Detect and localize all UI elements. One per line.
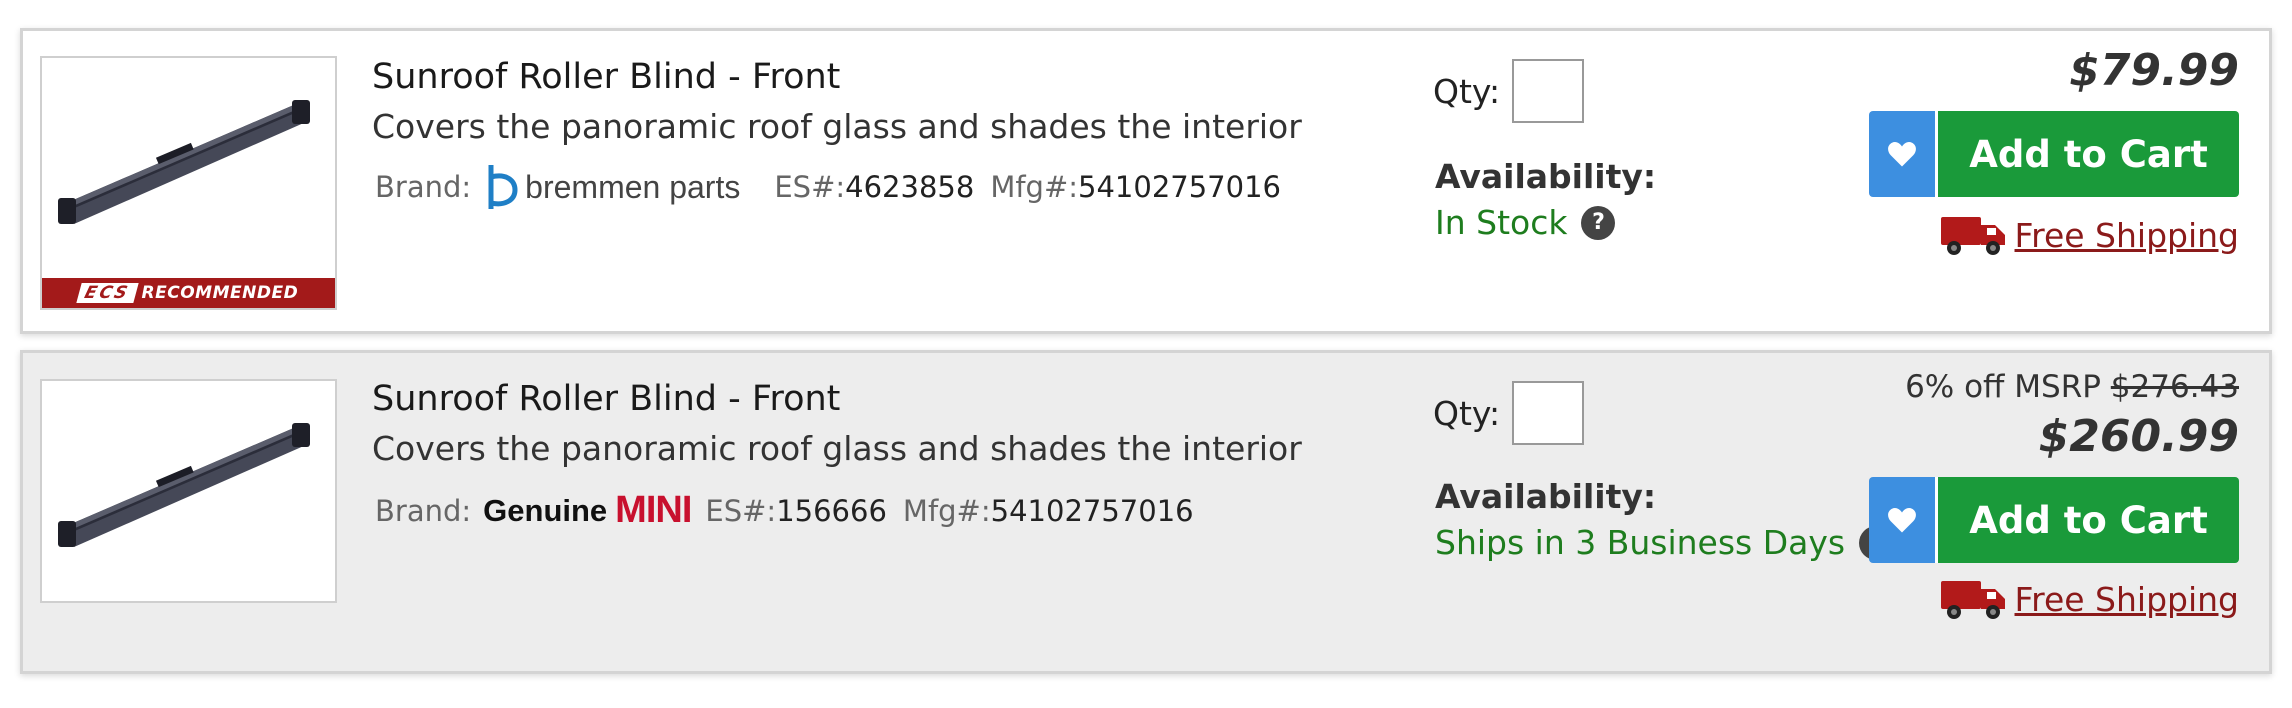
ecs-recommended-badge: ECS RECOMMENDED [42,278,335,308]
stock-status: Ships in 3 Business Days [1435,523,1846,562]
add-to-cart-group: Add to Cart [1869,111,2239,197]
mfg-label: Mfg#: [990,170,1079,204]
truck-icon [1940,217,2005,255]
qty-group: Qty: [1433,381,1585,445]
truck-icon [1940,581,2005,619]
es-label: ES#: [774,170,846,204]
free-shipping-text[interactable]: Free Shipping [2015,580,2239,619]
price: $260.99 [2038,411,2239,462]
brand-label: Brand: [375,493,472,528]
heart-icon [1888,508,1916,533]
bremmen-logo-icon [488,165,518,209]
wishlist-button[interactable] [1869,111,1935,197]
availability-status: In Stock ? [1435,203,1616,242]
es-number: 4623858 [845,170,975,204]
qty-input[interactable] [1512,59,1585,123]
product-meta: Brand: bremmen parts ES#: 4623858 Mfg#: … [375,163,1281,211]
es-number: 156666 [776,493,887,528]
availability-label: Availability: [1435,157,1657,196]
product-title[interactable]: Sunroof Roller Blind - Front [372,379,840,419]
roller-blind-image [58,423,310,547]
product-image[interactable] [40,379,337,603]
product-meta: Brand: Genuine MINI ES#: 156666 Mfg#: 54… [375,489,1194,532]
add-to-cart-button[interactable]: Add to Cart [1935,111,2239,197]
qty-label: Qty: [1433,71,1501,111]
msrp-text: 6% off MSRP [1905,369,2101,405]
product-card: ECS RECOMMENDED Sunroof Roller Blind - F… [20,28,2272,334]
product-image[interactable]: ECS RECOMMENDED [40,56,337,310]
free-shipping-text[interactable]: Free Shipping [2015,216,2239,255]
add-to-cart-button[interactable]: Add to Cart [1935,477,2239,563]
price: $79.99 [2069,45,2239,96]
msrp-price: $276.43 [2110,369,2239,405]
help-icon[interactable]: ? [1581,205,1616,240]
product-description: Covers the panoramic roof glass and shad… [372,429,1302,468]
qty-input[interactable] [1512,381,1585,445]
brand-name-mini: MINI [615,489,692,531]
badge-text: RECOMMENDED [141,283,299,303]
product-description: Covers the panoramic roof glass and shad… [372,107,1302,146]
wishlist-button[interactable] [1869,477,1935,563]
add-to-cart-group: Add to Cart [1869,477,2239,563]
ecs-logo: ECS [76,283,139,303]
availability-label: Availability: [1435,477,1657,516]
product-title[interactable]: Sunroof Roller Blind - Front [372,57,840,97]
brand-name: bremmen parts [525,168,741,205]
stock-status: In Stock [1435,203,1568,242]
mfg-number: 54102757016 [990,493,1194,528]
product-card: Sunroof Roller Blind - Front Covers the … [20,350,2272,674]
brand-label: Brand: [375,170,472,204]
msrp-discount: 6% off MSRP $276.43 [1905,369,2239,405]
es-label: ES#: [705,493,777,528]
availability-status: Ships in 3 Business Days ? [1435,523,1894,562]
free-shipping-link[interactable]: Free Shipping [1939,213,2239,257]
bremmen-logo: bremmen parts [485,163,740,211]
roller-blind-image [58,100,310,224]
brand-name-genuine: Genuine [483,492,608,528]
qty-group: Qty: [1433,59,1585,123]
free-shipping-link[interactable]: Free Shipping [1939,577,2239,621]
qty-label: Qty: [1433,393,1501,433]
mfg-number: 54102757016 [1078,170,1281,204]
mfg-label: Mfg#: [902,493,991,528]
heart-icon [1888,142,1916,167]
